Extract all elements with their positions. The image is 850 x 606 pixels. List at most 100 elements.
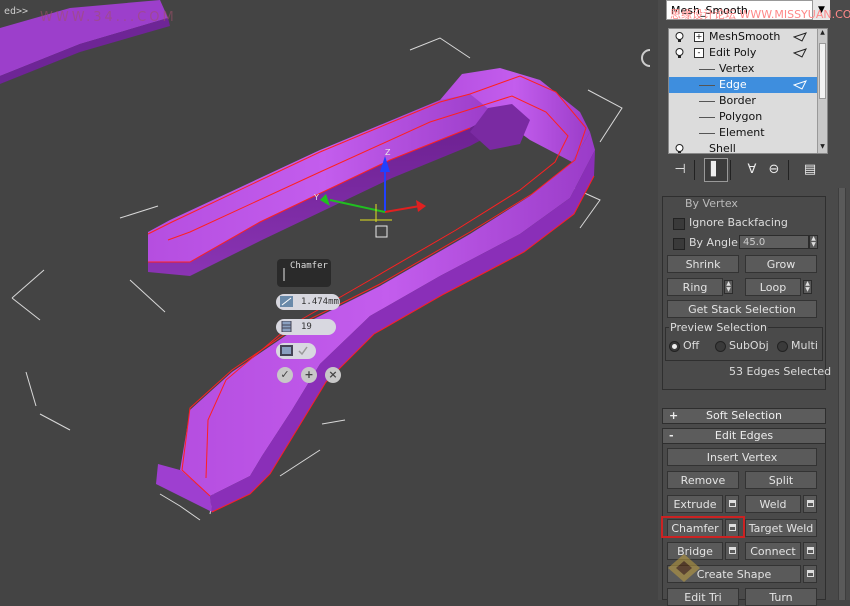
loop-button[interactable]: Loop <box>745 278 801 296</box>
svg-text:Y: Y <box>313 193 319 202</box>
make-unique-icon[interactable]: ∀ <box>740 158 764 182</box>
grip-icon[interactable] <box>283 268 285 281</box>
chamfer-open-toggle[interactable] <box>276 343 316 359</box>
scroll-down-icon[interactable]: ▼ <box>818 143 827 153</box>
viewport-label[interactable]: ed>> <box>4 6 28 17</box>
stack-item-shell[interactable]: Shell <box>669 141 817 154</box>
stack-item-label: Polygon <box>719 110 763 123</box>
watermark: WWW.34...COM <box>40 10 177 25</box>
stack-item-vertex[interactable]: Vertex <box>669 61 817 77</box>
viewport-visibility-icon[interactable] <box>793 48 807 58</box>
stack-item-edge[interactable]: Edge <box>669 77 817 93</box>
stack-item-label: Shell <box>709 142 736 154</box>
by-angle-spinner[interactable]: 45.0 <box>739 235 809 249</box>
stack-item-label: MeshSmooth <box>709 30 781 43</box>
tree-line <box>699 117 715 118</box>
tree-line <box>699 101 715 102</box>
selection-rollout: By Vertex Ignore Backfacing By Angle: 45… <box>662 196 831 390</box>
bridge-settings-icon[interactable] <box>725 542 739 560</box>
expand-sign: + <box>669 409 679 422</box>
stack-item-label: Border <box>719 94 756 107</box>
svg-text:Z: Z <box>385 148 391 157</box>
remove-modifier-icon[interactable]: ⊖ <box>762 158 786 182</box>
preview-subobj-radio[interactable] <box>715 341 726 352</box>
preview-off-radio[interactable] <box>669 341 680 352</box>
create-shape-settings-icon[interactable] <box>803 565 817 583</box>
extrude-button[interactable]: Extrude <box>667 495 723 513</box>
soft-selection-title: Soft Selection <box>706 409 782 422</box>
stack-item-border[interactable]: Border <box>669 93 817 109</box>
u-shape-object <box>147 68 595 513</box>
perspective-viewport[interactable]: Z Y ed>> WWW.34...COM Chamfer 1.474mm 19… <box>0 0 658 600</box>
lightbulb-icon[interactable] <box>675 144 684 154</box>
lightbulb-icon[interactable] <box>675 32 684 42</box>
chamfer-amount-value: 1.474mm <box>301 297 339 307</box>
viewport-visibility-icon[interactable] <box>793 80 807 90</box>
cancel-button[interactable]: × <box>325 367 341 383</box>
connect-settings-icon[interactable] <box>803 542 817 560</box>
spinner-arrows-icon[interactable]: ▲ ▼ <box>809 235 818 249</box>
preview-selection-label: Preview Selection <box>669 321 769 334</box>
edit-tri-button[interactable]: Edit Tri <box>667 588 739 606</box>
chamfer-amount-field[interactable]: 1.474mm <box>276 294 340 310</box>
preview-multi-radio[interactable] <box>777 341 788 352</box>
configure-modifier-sets-icon[interactable]: ▤ <box>798 158 822 182</box>
segments-icon <box>281 321 292 332</box>
edit-edges-rollout-header[interactable]: - Edit Edges <box>662 428 826 444</box>
panel-scroll-thumb[interactable] <box>839 188 845 600</box>
get-stack-selection-button[interactable]: Get Stack Selection <box>667 300 817 318</box>
stack-item-label: Element <box>719 126 765 139</box>
grow-button[interactable]: Grow <box>745 255 817 273</box>
tree-line <box>699 133 715 134</box>
show-end-result-icon[interactable]: ▌ <box>704 158 728 182</box>
chamfer-segments-value: 19 <box>301 322 312 332</box>
apply-and-continue-button[interactable]: + <box>301 367 317 383</box>
stack-item-label: Edge <box>719 78 747 91</box>
lightbulb-icon[interactable] <box>675 48 684 58</box>
chamfer-segments-field[interactable]: 19 <box>276 319 336 335</box>
loop-spinner-icon[interactable]: ▲ ▼ <box>803 280 812 294</box>
selection-status: 53 Edges Selected <box>729 365 832 378</box>
scroll-up-icon[interactable]: ▲ <box>818 29 827 39</box>
ok-button[interactable]: ✓ <box>277 367 293 383</box>
panel-scrollbar[interactable] <box>838 188 846 600</box>
stack-item-label: Edit Poly <box>709 46 757 59</box>
watermark-text: 思缘设计论坛 WWW.MISSYUAN.COM <box>670 8 850 21</box>
stack-item-element[interactable]: Element <box>669 125 817 141</box>
check-toggle-icon <box>298 346 308 356</box>
open-chamfer-icon <box>280 345 293 356</box>
turn-button[interactable]: Turn <box>745 588 817 606</box>
modifier-stack[interactable]: + MeshSmooth - Edit Poly Vertex Edge Border Pol… <box>668 28 828 154</box>
by-angle-label: By Angle: <box>689 236 742 249</box>
viewport-visibility-icon[interactable] <box>793 32 807 42</box>
insert-vertex-button[interactable]: Insert Vertex <box>667 448 817 466</box>
chamfer-caddy-title[interactable]: Chamfer <box>277 259 331 287</box>
weld-button[interactable]: Weld <box>745 495 801 513</box>
tree-line <box>699 69 715 70</box>
stack-scrollbar[interactable]: ▲ ▼ <box>817 29 827 153</box>
stack-item-polygon[interactable]: Polygon <box>669 109 817 125</box>
viewcube-icon <box>641 49 651 67</box>
ring-button[interactable]: Ring <box>667 278 723 296</box>
shrink-button[interactable]: Shrink <box>667 255 739 273</box>
command-panel: Mesh_Smooth ▼ 思缘设计论坛 WWW.MISSYUAN.COM + M… <box>658 0 850 606</box>
weld-settings-icon[interactable] <box>803 495 817 513</box>
expand-icon[interactable]: + <box>694 32 704 42</box>
stack-scroll-thumb[interactable] <box>819 43 826 99</box>
extrude-settings-icon[interactable] <box>725 495 739 513</box>
tree-line <box>699 85 715 86</box>
split-button[interactable]: Split <box>745 471 817 489</box>
by-angle-checkbox[interactable] <box>673 238 685 250</box>
connect-button[interactable]: Connect <box>745 542 801 560</box>
ring-spinner-icon[interactable]: ▲ ▼ <box>724 280 733 294</box>
soft-selection-rollout-header[interactable]: + Soft Selection <box>662 408 826 424</box>
stack-item-meshsmooth[interactable]: + MeshSmooth <box>669 29 817 45</box>
collapse-icon[interactable]: - <box>694 48 704 58</box>
ignore-backfacing-label: Ignore Backfacing <box>689 216 788 229</box>
stack-item-edit-poly[interactable]: - Edit Poly <box>669 45 817 61</box>
target-weld-button[interactable]: Target Weld <box>745 519 817 537</box>
pin-stack-icon[interactable]: ⊣ <box>668 158 692 182</box>
remove-button[interactable]: Remove <box>667 471 739 489</box>
chamfer-caddy-label: Chamfer <box>290 261 328 271</box>
ignore-backfacing-checkbox[interactable] <box>673 218 685 230</box>
